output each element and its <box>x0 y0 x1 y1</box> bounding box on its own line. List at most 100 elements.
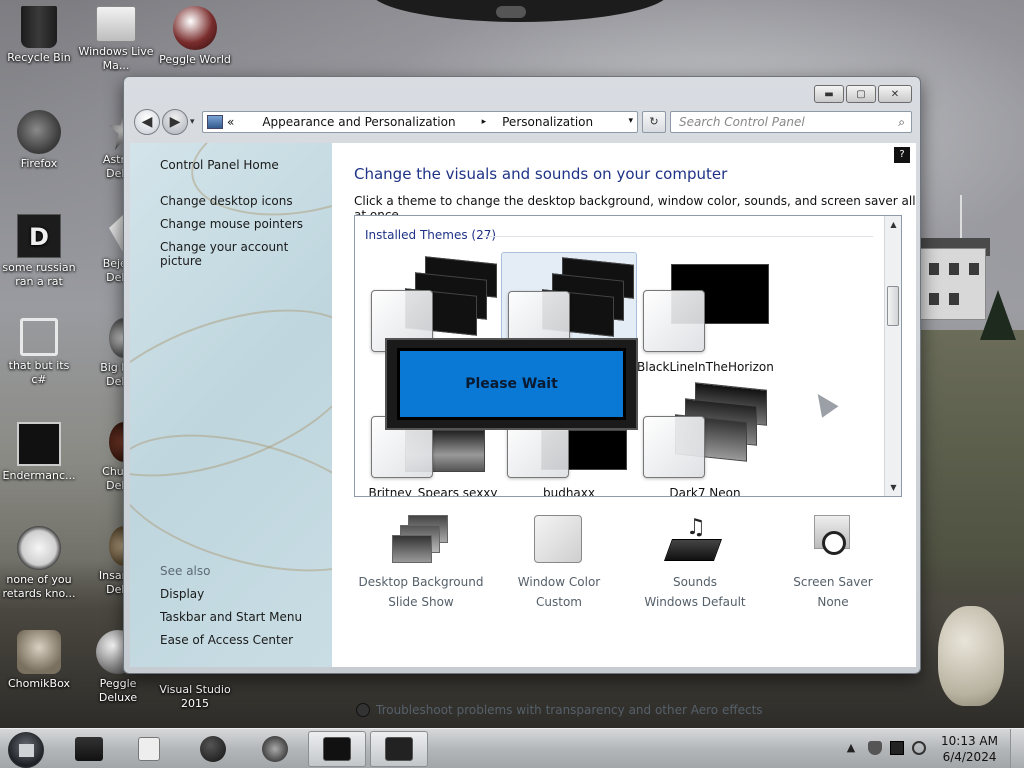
monitor-window-icon <box>385 737 413 761</box>
start-button[interactable] <box>8 732 44 768</box>
close-button[interactable]: ✕ <box>878 85 912 103</box>
forward-arrow-icon: ▶ <box>169 114 181 130</box>
change-mouse-pointers-link[interactable]: Change mouse pointers <box>160 217 303 231</box>
display-link[interactable]: Display <box>160 587 204 601</box>
clock-date: 6/4/2024 <box>942 750 997 764</box>
page-title: Change the visuals and sounds on your co… <box>354 165 728 183</box>
theme-name: budhaxx <box>542 486 595 497</box>
window-color-icon <box>528 515 590 571</box>
scroll-down-icon[interactable]: ▼ <box>885 479 901 496</box>
trex-icon <box>17 526 61 570</box>
breadcrumb-appearance[interactable]: Appearance and Personalization <box>262 115 455 129</box>
wallpaper-house <box>920 248 986 320</box>
back-button[interactable]: ◀ <box>134 109 160 135</box>
theme-tile-blacklineinthehorizon[interactable]: BlackLineInTheHorizon <box>637 252 774 374</box>
address-bar[interactable]: « Appearance and Personalization ▸ Perso… <box>202 111 638 133</box>
screen-saver-title: Screen Saver <box>793 575 873 589</box>
volume-icon[interactable] <box>912 741 926 755</box>
window-color-swatch <box>534 515 582 563</box>
desktop-icon-endermanch[interactable]: Endermanc... <box>1 422 77 483</box>
refresh-button[interactable]: ↻ <box>642 111 666 133</box>
desktop-icon-that-but-its-csharp[interactable]: that but its c# <box>1 318 77 387</box>
theme-name: Britney_Spears sexxy <box>368 486 498 497</box>
please-wait-dialog: Please Wait <box>385 338 638 430</box>
desktop-icon-none-of-you[interactable]: none of you retards kno... <box>1 526 77 601</box>
desktop-background-setting[interactable]: Desktop Background Slide Show <box>346 515 496 609</box>
desktop-icon-windows-live-mail[interactable]: Windows Live Ma... <box>78 6 154 73</box>
screen-saver-setting[interactable]: Screen Saver None <box>758 515 908 609</box>
house-window <box>929 263 939 275</box>
de-icon: D <box>17 214 61 258</box>
screen-saver-icon <box>802 515 864 571</box>
minimize-button[interactable]: ▬ <box>814 85 844 103</box>
search-placeholder: Search Control Panel <box>679 115 805 129</box>
desktop-icon-chomikbox[interactable]: ChomikBox <box>1 630 77 691</box>
desktop-icon-some-russian[interactable]: D some russian ran a rat <box>1 214 77 289</box>
search-input[interactable]: Search Control Panel ⌕ <box>670 111 912 133</box>
maximize-icon: ▢ <box>856 88 866 100</box>
taskbar-item[interactable] <box>60 731 118 767</box>
window-color-value: Custom <box>536 595 582 609</box>
help-button[interactable]: ? <box>894 147 910 163</box>
desktop-icon-label: Recycle Bin <box>7 51 71 64</box>
network-icon[interactable] <box>890 741 904 755</box>
taskbar: ▲ 10:13 AM 6/4/2024 <box>0 728 1024 768</box>
taskbar-item-active[interactable] <box>370 731 428 767</box>
maximize-button[interactable]: ▢ <box>846 85 876 103</box>
ease-of-access-link[interactable]: Ease of Access Center <box>160 633 293 647</box>
music-note-glyph: ♫ <box>686 515 706 540</box>
desktop-icon-label: that but its c# <box>8 359 70 386</box>
taskbar-item[interactable] <box>246 731 304 767</box>
wallpaper-knob <box>496 6 526 18</box>
recent-pages-dropdown-icon[interactable]: ▾ <box>190 117 195 127</box>
clock[interactable]: 10:13 AM 6/4/2024 <box>941 733 998 765</box>
firefox-icon <box>17 110 61 154</box>
control-panel-home-link[interactable]: Control Panel Home <box>160 158 279 172</box>
breadcrumb-personalization[interactable]: Personalization <box>502 115 593 129</box>
desktop-icon-firefox[interactable]: Firefox <box>1 110 77 171</box>
taskbar-item[interactable] <box>184 731 242 767</box>
sounds-icon: ♫ <box>663 515 726 571</box>
search-icon[interactable]: ⌕ <box>898 112 905 132</box>
window-color-title: Window Color <box>517 575 601 589</box>
desktop-icon-label: ChomikBox <box>8 677 70 690</box>
piano-keys-shape <box>663 539 723 561</box>
house-window <box>929 293 939 305</box>
change-desktop-icons-link[interactable]: Change desktop icons <box>160 194 293 208</box>
firefox-icon <box>262 736 288 762</box>
taskbar-item[interactable] <box>120 731 178 767</box>
theme-tile-dark7-neon[interactable]: Dark7 Neon <box>637 380 773 497</box>
taskbar-item-active[interactable] <box>308 731 366 767</box>
desktop-icon-recycle-bin[interactable]: Recycle Bin <box>1 6 77 65</box>
sounds-setting[interactable]: ♫ Sounds Windows Default <box>620 515 770 609</box>
media-player-icon <box>138 737 160 761</box>
desktop-icon-peggle-world[interactable]: Peggle World <box>157 6 233 67</box>
taskbar-start-menu-link[interactable]: Taskbar and Start Menu <box>160 610 302 624</box>
scroll-thumb[interactable] <box>887 286 899 326</box>
no-symbol-icon <box>822 531 846 555</box>
address-dropdown-icon[interactable]: ▾ <box>628 116 633 126</box>
window-color-setting[interactable]: Window Color Custom <box>484 515 634 609</box>
desktop-icon-label: Peggle Deluxe <box>98 677 138 704</box>
show-desktop-button[interactable] <box>1010 729 1024 768</box>
peggle-icon <box>173 6 217 50</box>
console-icon <box>17 422 61 466</box>
please-wait-text: Please Wait <box>465 376 558 392</box>
desktop-icon-label: Firefox <box>20 157 58 170</box>
scroll-up-icon[interactable]: ▲ <box>885 216 901 233</box>
breadcrumb-separator-icon[interactable]: ▸ <box>482 117 487 127</box>
desktop-background-title: Desktop Background <box>358 575 484 589</box>
forward-button[interactable]: ▶ <box>162 109 188 135</box>
theme-name: Dark7 Neon <box>669 486 741 497</box>
show-hidden-icons-icon[interactable]: ▲ <box>844 741 858 755</box>
address-overflow-chevron[interactable]: « <box>227 115 234 129</box>
wallpaper-tree <box>980 290 1016 340</box>
change-account-picture-link[interactable]: Change your account picture <box>160 240 332 268</box>
theme-color-swatch <box>643 416 705 478</box>
shield-icon[interactable] <box>868 741 882 755</box>
notification-area: ▲ 10:13 AM 6/4/2024 <box>824 729 1024 768</box>
troubleshoot-link[interactable]: Troubleshoot problems with transparency … <box>356 703 763 717</box>
recycle-bin-icon <box>21 6 57 48</box>
themes-scrollbar[interactable]: ▲ ▼ <box>884 216 901 496</box>
desktop-icon-label: Windows Live Ma... <box>78 45 154 72</box>
